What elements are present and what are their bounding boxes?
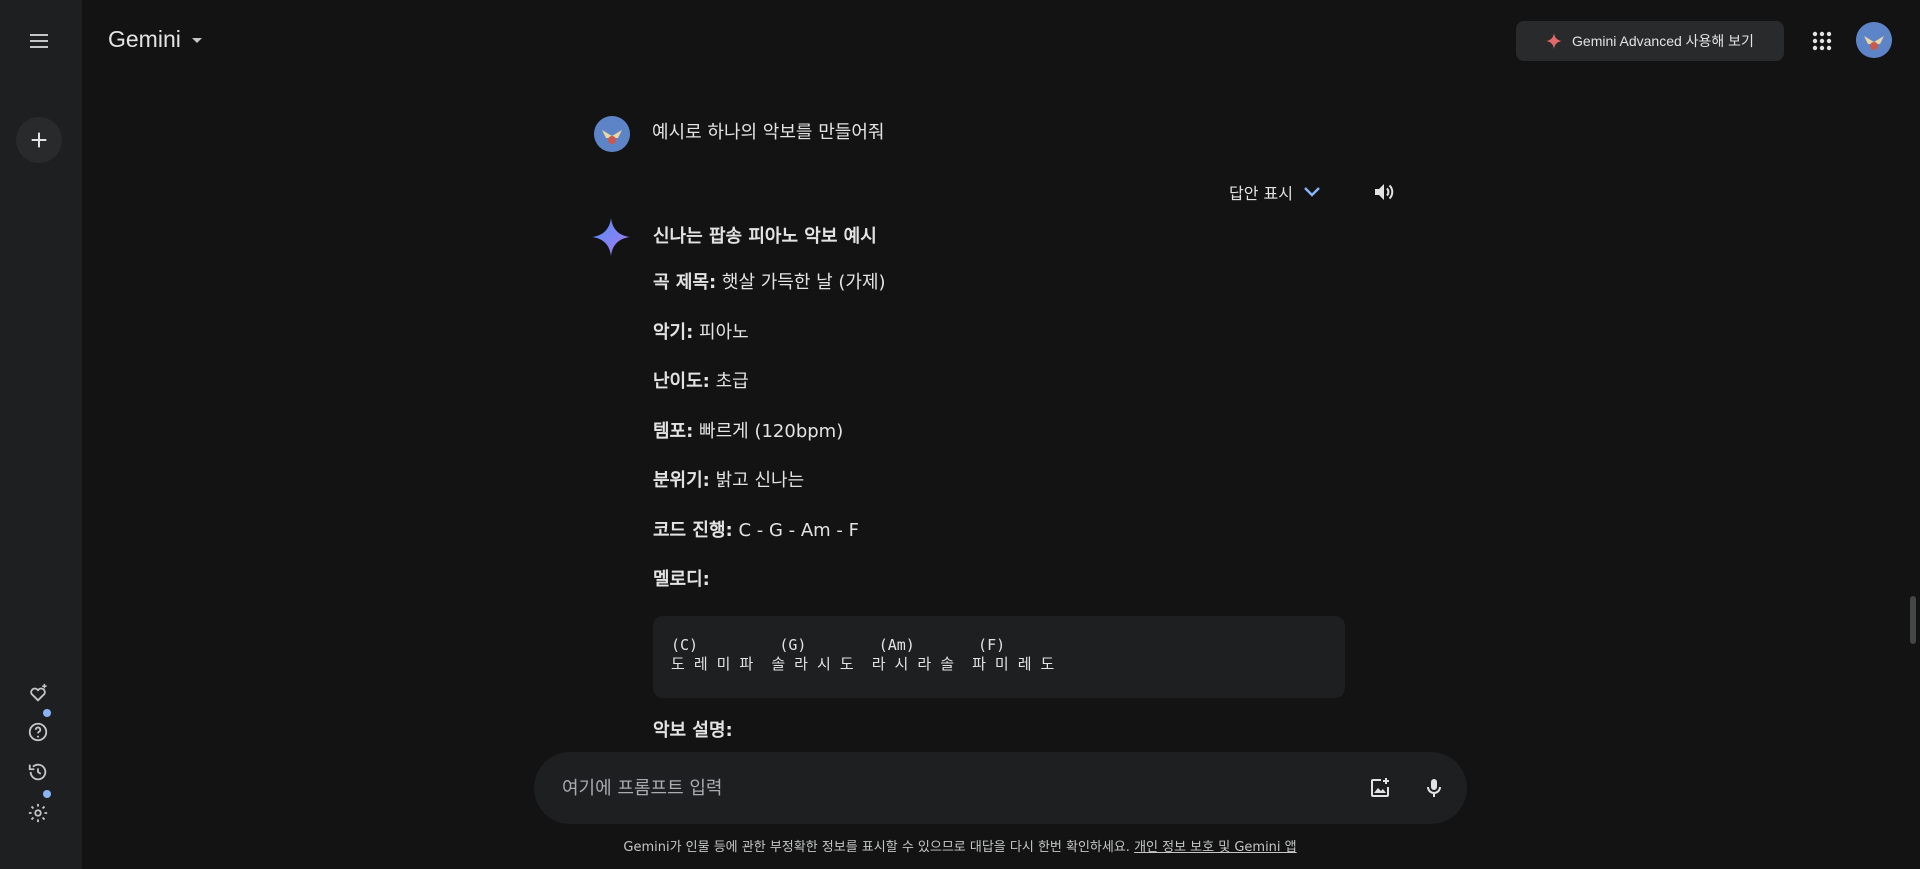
field-chords: 코드 진행: C - G - Am - F [653, 516, 859, 542]
sidebar [0, 0, 82, 869]
avatar-image [594, 116, 630, 152]
menu-button[interactable] [20, 22, 58, 60]
field-label: 난이도: [653, 371, 710, 392]
field-value: 피아노 [693, 322, 749, 343]
settings-button[interactable] [22, 797, 54, 829]
activity-button[interactable] [22, 756, 54, 788]
field-mood: 분위기: 밝고 신나는 [653, 466, 804, 492]
field-difficulty: 난이도: 초급 [653, 367, 749, 393]
microphone-button[interactable] [1414, 768, 1454, 808]
upgrade-label: Gemini Advanced 사용해 보기 [1572, 33, 1754, 49]
user-avatar [594, 116, 630, 152]
field-label: 악기: [653, 322, 694, 343]
chevron-down-icon [1304, 187, 1320, 197]
field-value: 초급 [709, 371, 749, 392]
gem-sparkle-icon [30, 683, 47, 702]
field-value: 밝고 신나는 [709, 470, 805, 491]
field-label: 코드 진행: [653, 520, 733, 541]
show-drafts-button[interactable]: 답안 표시 [1229, 180, 1321, 204]
speaker-icon [1375, 184, 1394, 200]
field-melody: 멜로디: [653, 565, 710, 591]
response-title: 신나는 팝송 피아노 악보 예시 [653, 226, 877, 247]
field-instrument: 악기: 피아노 [653, 318, 749, 344]
history-icon [28, 763, 47, 781]
gemini-sparkle-icon [592, 218, 630, 256]
field-tempo: 템포: 빠르게 (120bpm) [653, 417, 843, 443]
read-aloud-button[interactable] [1366, 174, 1402, 210]
new-chat-button[interactable] [16, 117, 62, 163]
plus-icon [31, 132, 47, 148]
apps-button[interactable] [1803, 22, 1841, 60]
apps-grid-icon [1812, 31, 1832, 51]
field-value: 햇살 가득한 날 (가제) [716, 272, 886, 293]
gear-icon [28, 803, 48, 823]
field-value: C - G - Am - F [732, 520, 859, 541]
help-icon [28, 722, 48, 742]
mic-icon [1427, 779, 1441, 797]
sparkle-icon [1546, 33, 1563, 49]
disclaimer-text: Gemini가 인물 등에 관한 부정확한 정보를 표시할 수 있으므로 대답을… [623, 840, 1135, 855]
user-message: 예시로 하나의 악보를 만들어줘 [652, 122, 885, 143]
app-title: Gemini [108, 26, 181, 52]
model-selector[interactable]: Gemini [108, 26, 203, 53]
upgrade-button[interactable]: Gemini Advanced 사용해 보기 [1516, 21, 1784, 61]
prompt-bar [534, 752, 1467, 824]
gem-manager-button[interactable] [22, 677, 54, 709]
help-button[interactable] [22, 716, 54, 748]
model-response: 신나는 팝송 피아노 악보 예시 곡 제목: 햇살 가득한 날 (가제) 악기:… [653, 222, 1345, 741]
account-avatar[interactable] [1856, 22, 1892, 58]
field-sheet-description: 악보 설명: [653, 716, 733, 742]
prompt-input[interactable] [562, 752, 1322, 824]
field-title: 곡 제목: 햇살 가득한 날 (가제) [653, 268, 886, 294]
drafts-label: 답안 표시 [1229, 184, 1293, 203]
field-value: 빠르게 (120bpm) [693, 421, 844, 442]
code-block: (C) (G) (Am) (F) 도 레 미 파 솔 라 시 도 라 시 라 솔… [653, 616, 1345, 698]
privacy-link[interactable]: 개인 정보 보호 및 Gemini 앱 [1134, 840, 1297, 855]
field-label: 템포: [653, 421, 694, 442]
add-image-icon [1371, 778, 1389, 797]
upload-image-button[interactable] [1360, 768, 1400, 808]
field-label: 분위기: [653, 470, 710, 491]
disclaimer: Gemini가 인물 등에 관한 부정확한 정보를 표시할 수 있으므로 대답을… [0, 836, 1920, 855]
field-label: 멜로디: [653, 569, 710, 590]
field-label: 악보 설명: [653, 720, 733, 741]
field-label: 곡 제목: [653, 272, 717, 293]
menu-icon [30, 34, 48, 48]
caret-down-icon [191, 37, 202, 43]
avatar-image [1856, 22, 1892, 58]
scrollbar-thumb[interactable] [1910, 596, 1916, 644]
